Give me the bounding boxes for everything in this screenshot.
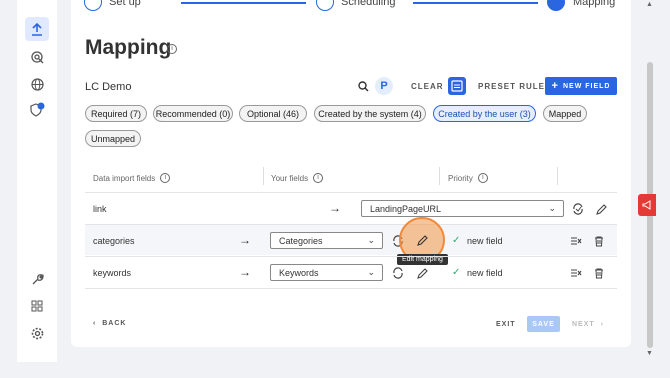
check-icon: ✓ bbox=[452, 235, 461, 246]
your-field-select[interactable]: LandingPageURL ⌄ bbox=[361, 200, 564, 217]
trash-icon[interactable] bbox=[592, 234, 606, 248]
preset-rules-icon[interactable] bbox=[448, 77, 466, 95]
column-divider bbox=[439, 167, 440, 185]
edit-pencil-icon[interactable] bbox=[415, 266, 429, 280]
select-value: Categories bbox=[279, 235, 323, 246]
save-button[interactable]: SAVE bbox=[527, 316, 560, 332]
chevron-down-icon: ⌄ bbox=[548, 203, 556, 213]
trash-icon[interactable] bbox=[592, 266, 606, 280]
new-field-label: NEW FIELD bbox=[562, 82, 611, 90]
step-2-label: Scheduling bbox=[341, 0, 396, 8]
page-scrollbar[interactable]: ▲ ▼ bbox=[645, 0, 655, 362]
wrench-icon[interactable] bbox=[17, 266, 57, 292]
left-nav-rail bbox=[17, 0, 57, 362]
header-your-fields: Your fields i bbox=[271, 173, 324, 183]
feedback-megaphone-icon[interactable] bbox=[638, 194, 656, 216]
edit-pencil-icon[interactable] bbox=[594, 202, 608, 216]
check-icon: ✓ bbox=[452, 267, 461, 278]
priority-value: new field bbox=[467, 268, 503, 278]
row-divider bbox=[85, 256, 617, 257]
sync-icon[interactable] bbox=[391, 266, 405, 280]
new-field-button[interactable]: + NEW FIELD bbox=[545, 77, 617, 95]
filter-chip-optional[interactable]: Optional (46) bbox=[239, 105, 307, 122]
your-field-select[interactable]: Keywords ⌄ bbox=[270, 264, 383, 281]
step-3-indicator bbox=[547, 0, 565, 11]
info-icon[interactable]: i bbox=[167, 44, 177, 54]
dataset-name: LC Demo bbox=[85, 81, 132, 93]
header-priority: Priority i bbox=[448, 173, 488, 183]
step-connector bbox=[413, 2, 538, 4]
page-title: Mapping bbox=[85, 36, 172, 59]
your-field-select[interactable]: Categories ⌄ bbox=[270, 232, 383, 249]
pin-filter-icon[interactable]: P bbox=[375, 77, 393, 95]
select-value: Keywords bbox=[279, 267, 319, 278]
filter-chip-unmapped[interactable]: Unmapped bbox=[85, 130, 141, 147]
edit-pencil-icon[interactable] bbox=[415, 233, 429, 247]
globe-icon[interactable] bbox=[17, 71, 57, 97]
arrow-right-icon: → bbox=[239, 265, 251, 279]
step-1-check-icon bbox=[84, 0, 102, 11]
info-icon[interactable]: i bbox=[313, 173, 324, 183]
preset-rules-button[interactable]: PRESET RULES bbox=[478, 82, 551, 91]
unmap-icon[interactable] bbox=[569, 266, 583, 280]
plus-icon: + bbox=[551, 80, 559, 92]
next-button[interactable]: NEXT › bbox=[572, 321, 604, 328]
step-1-label: Set up bbox=[109, 0, 141, 8]
select-value: LandingPageURL bbox=[370, 203, 442, 214]
filter-chip-mapped[interactable]: Mapped bbox=[543, 105, 587, 122]
settings-icon[interactable] bbox=[17, 320, 57, 346]
next-label: NEXT bbox=[572, 321, 595, 328]
upload-icon[interactable] bbox=[25, 17, 49, 41]
step-connector bbox=[181, 2, 306, 4]
step-3-label: Mapping bbox=[573, 0, 616, 8]
arrow-right-icon: → bbox=[329, 201, 341, 215]
info-icon[interactable]: i bbox=[477, 173, 488, 183]
header-label: Priority bbox=[448, 173, 473, 183]
mapping-card: Set up Scheduling Mapping Mapping i LC D… bbox=[71, 0, 631, 347]
step-2-check-icon bbox=[316, 0, 334, 11]
chevron-left-icon: ‹ bbox=[93, 320, 97, 327]
progress-stepper: Set up Scheduling Mapping bbox=[71, 0, 631, 14]
chevron-down-icon: ⌄ bbox=[367, 267, 375, 277]
filter-chip-user[interactable]: Created by the user (3) bbox=[433, 105, 536, 122]
exit-button[interactable]: EXIT bbox=[496, 321, 516, 328]
target-icon[interactable] bbox=[17, 44, 57, 70]
filter-chip-required[interactable]: Required (7) bbox=[85, 105, 147, 122]
header-import-fields: Data import fields i bbox=[93, 173, 171, 183]
clear-button[interactable]: CLEAR bbox=[411, 82, 444, 91]
priority-value: new field bbox=[467, 236, 503, 246]
info-icon[interactable]: i bbox=[160, 173, 171, 183]
sync-icon[interactable] bbox=[571, 202, 585, 216]
shield-badge-icon[interactable] bbox=[17, 96, 57, 122]
search-icon[interactable] bbox=[354, 77, 372, 95]
chevron-down-icon: ⌄ bbox=[367, 235, 375, 245]
scroll-up-icon[interactable]: ▲ bbox=[646, 1, 653, 8]
back-button[interactable]: ‹ BACK bbox=[93, 320, 126, 327]
grid-icon[interactable] bbox=[17, 293, 57, 319]
arrow-right-icon: → bbox=[239, 233, 251, 247]
import-field-name: keywords bbox=[93, 268, 132, 278]
import-field-name: categories bbox=[93, 236, 135, 246]
header-label: Data import fields bbox=[93, 173, 156, 183]
unmap-icon[interactable] bbox=[569, 234, 583, 248]
chevron-right-icon: › bbox=[600, 321, 604, 328]
column-divider bbox=[557, 167, 558, 185]
import-field-name: link bbox=[93, 204, 107, 214]
header-label: Your fields bbox=[271, 173, 309, 183]
row-divider bbox=[85, 192, 617, 193]
column-divider bbox=[263, 167, 264, 185]
filter-chip-recommended[interactable]: Recommended (0) bbox=[153, 105, 233, 122]
scroll-down-icon[interactable]: ▼ bbox=[646, 350, 653, 357]
filter-chip-system[interactable]: Created by the system (4) bbox=[314, 105, 426, 122]
row-divider bbox=[85, 288, 617, 289]
back-label: BACK bbox=[102, 320, 127, 327]
